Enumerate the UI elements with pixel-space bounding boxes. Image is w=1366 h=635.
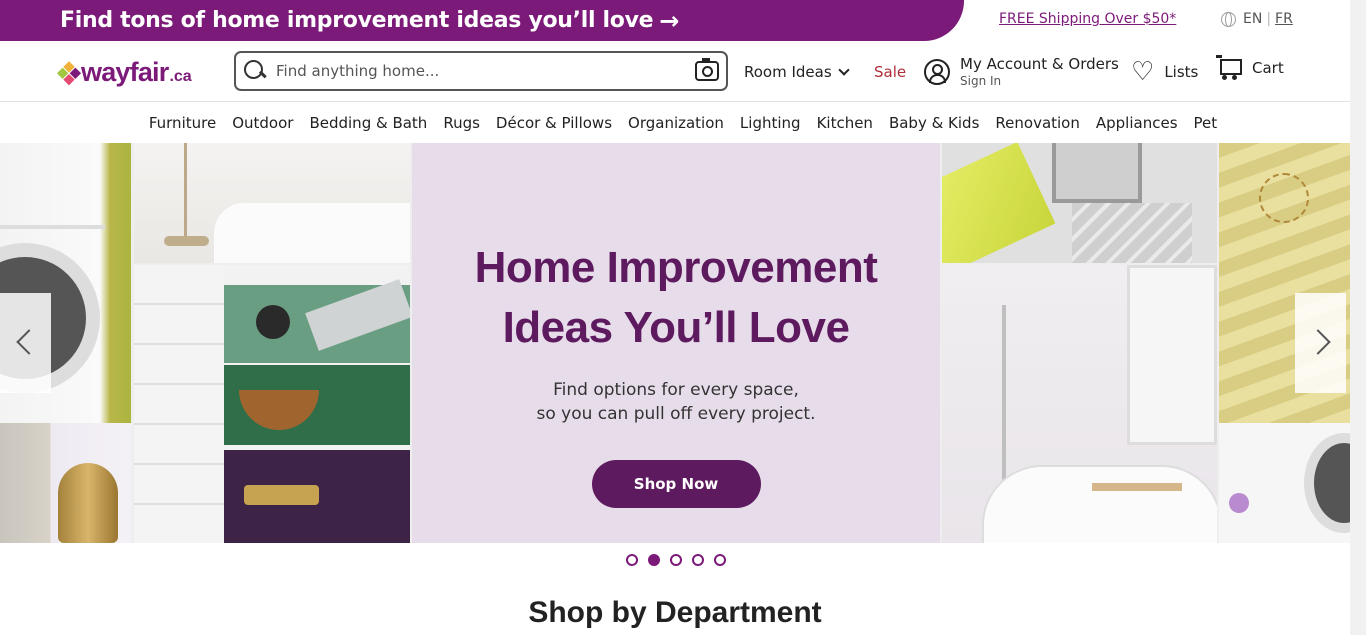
category-organization[interactable]: Organization [628, 114, 724, 132]
hero-image-tub-lamp [134, 143, 410, 263]
category-rugs[interactable]: Rugs [443, 114, 480, 132]
free-shipping-link[interactable]: FREE Shipping Over $50* [999, 11, 1176, 27]
hero-carousel: Home Improvement Ideas You’ll Love Find … [0, 143, 1366, 543]
category-decor-pillows[interactable]: Décor & Pillows [496, 114, 612, 132]
search-bar [234, 51, 728, 91]
language-switcher: EN | FR [1221, 11, 1293, 27]
logo-suffix: .ca [169, 68, 192, 85]
top-bar: Find tons of home improvement ideas you’… [0, 0, 1366, 41]
hero-title-line1: Home Improvement [474, 243, 878, 292]
logo-mark-icon [56, 61, 82, 86]
carousel-dots [626, 554, 726, 566]
chevron-right-icon [1305, 329, 1331, 355]
hero-image-dryer [1219, 423, 1350, 543]
globe-icon [1221, 11, 1236, 27]
hero-subtitle-line1: Find options for every space, [553, 380, 799, 400]
site-header: wayfair .ca Room Ideas Sale My Account &… [0, 41, 1366, 102]
wayfair-logo[interactable]: wayfair .ca [56, 57, 192, 88]
arrow-right-icon: → [659, 6, 680, 35]
search-icon[interactable] [244, 60, 266, 82]
category-lighting[interactable]: Lighting [740, 114, 801, 132]
logo-word: wayfair [81, 57, 169, 87]
room-ideas-menu[interactable]: Room Ideas [744, 63, 850, 81]
hero-image-hardware [134, 265, 410, 543]
hero-image-tiles [942, 143, 1217, 263]
lang-separator: | [1266, 11, 1272, 27]
hero-image-vase [0, 423, 131, 543]
cart-label: Cart [1252, 59, 1284, 77]
lists-label: Lists [1164, 63, 1199, 81]
chevron-left-icon [16, 329, 42, 355]
carousel-dot-3[interactable] [670, 554, 682, 566]
carousel-dot-5[interactable] [714, 554, 726, 566]
carousel-dot-2[interactable] [648, 554, 660, 566]
section-title: Shop by Department [528, 596, 822, 629]
search-input[interactable] [276, 62, 676, 80]
hero-subtitle-line2: so you can pull off every project. [536, 404, 816, 424]
category-renovation[interactable]: Renovation [995, 114, 1079, 132]
category-bedding-bath[interactable]: Bedding & Bath [309, 114, 427, 132]
lists-link[interactable]: ♡ Lists [1131, 59, 1198, 85]
cart-link[interactable]: Cart [1216, 55, 1284, 81]
carousel-dot-1[interactable] [626, 554, 638, 566]
page-scrollbar[interactable] [1350, 0, 1366, 635]
sign-in-label: Sign In [960, 74, 1002, 88]
hero-subtitle: Find options for every space, so you can… [412, 378, 940, 426]
promo-text[interactable]: Find tons of home improvement ideas you’… [60, 8, 654, 33]
lang-fr[interactable]: FR [1275, 11, 1293, 27]
account-menu[interactable]: My Account & Orders Sign In [924, 55, 1119, 88]
sale-link[interactable]: Sale [874, 63, 906, 81]
room-ideas-label: Room Ideas [744, 63, 832, 81]
category-appliances[interactable]: Appliances [1096, 114, 1178, 132]
category-kitchen[interactable]: Kitchen [817, 114, 873, 132]
category-baby-kids[interactable]: Baby & Kids [889, 114, 979, 132]
hero-center-panel: Home Improvement Ideas You’ll Love Find … [412, 143, 940, 543]
category-pet[interactable]: Pet [1194, 114, 1218, 132]
heart-icon: ♡ [1131, 57, 1155, 87]
shop-now-button[interactable]: Shop Now [591, 460, 761, 508]
cart-icon [1216, 55, 1242, 81]
carousel-prev-button[interactable] [0, 293, 51, 393]
camera-icon[interactable] [695, 58, 719, 81]
carousel-next-button[interactable] [1295, 293, 1346, 393]
account-title: My Account & Orders [960, 55, 1119, 73]
category-outdoor[interactable]: Outdoor [232, 114, 293, 132]
hero-image-bathtub [942, 265, 1217, 543]
chevron-down-icon [838, 64, 850, 76]
user-icon [924, 58, 950, 85]
category-furniture[interactable]: Furniture [149, 114, 216, 132]
category-nav: Furniture Outdoor Bedding & Bath Rugs Dé… [0, 102, 1366, 143]
hero-title: Home Improvement Ideas You’ll Love [412, 238, 940, 358]
hero-title-line2: Ideas You’ll Love [502, 303, 850, 352]
carousel-dot-4[interactable] [692, 554, 704, 566]
lang-en[interactable]: EN [1243, 11, 1262, 27]
promo-banner[interactable]: Find tons of home improvement ideas you’… [0, 0, 964, 41]
